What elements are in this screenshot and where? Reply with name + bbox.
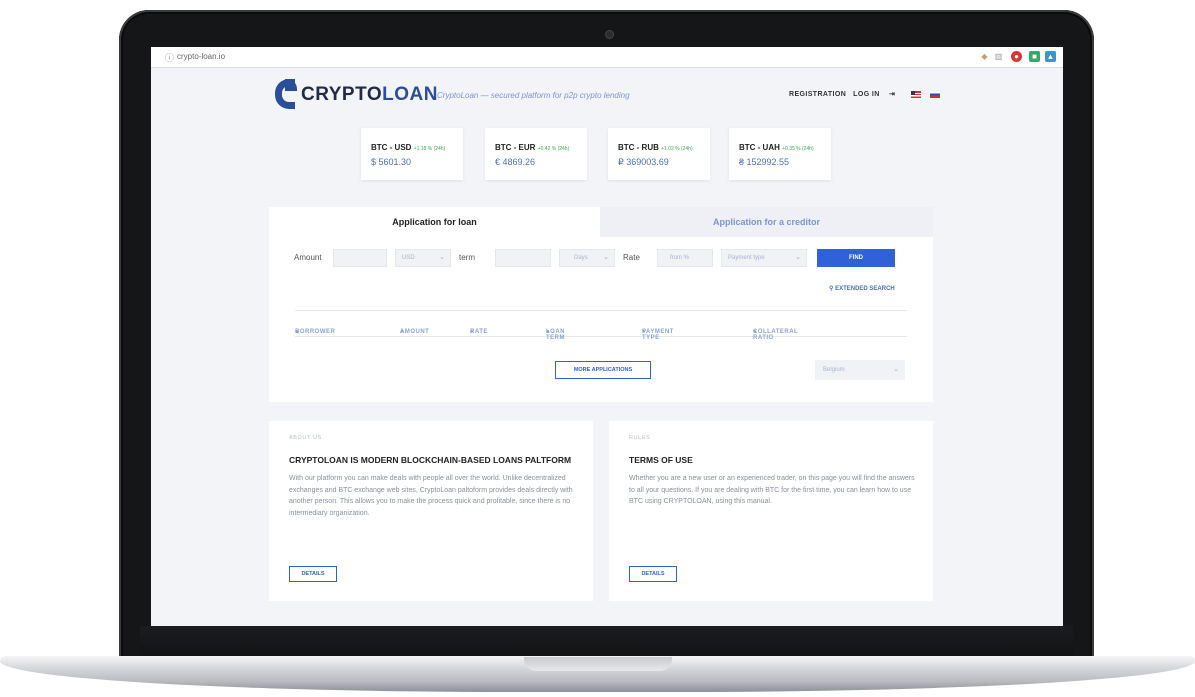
rules-body: Whether you are a new user or an experie… [629, 475, 915, 505]
rate-pair: BTC - RUB [618, 143, 659, 152]
logo-icon[interactable] [275, 79, 297, 109]
help-icon: ● [400, 329, 405, 335]
amount-label: Amount [294, 253, 322, 262]
rate-change: +0.42 % (24h) [537, 146, 570, 152]
about-body: With our platform you can make deals wit… [289, 475, 573, 517]
about-title: CRYPTOLOAN IS MODERN BLOCKCHAIN-BASED LO… [289, 455, 572, 465]
search-icon: ⚲ [829, 286, 834, 292]
tab-application-for-creditor[interactable]: Application for a creditor [600, 207, 933, 237]
camera [605, 30, 614, 39]
tagline: CryptoLoan — secured platform for p2p cr… [437, 91, 630, 100]
adblock-icon[interactable]: ● [1011, 51, 1022, 62]
rate-pair: BTC - USD [371, 143, 412, 152]
find-button[interactable]: FIND [817, 249, 895, 267]
tab-application-for-loan[interactable]: Application for loan [269, 207, 600, 237]
chevron-down-icon: ⌄ [439, 254, 445, 261]
screen-bezel [140, 626, 1073, 656]
term-input[interactable] [495, 249, 551, 267]
help-icon: ● [546, 329, 551, 335]
about-details-button[interactable]: DETAILS [289, 566, 337, 582]
chevron-down-icon: ⌄ [893, 366, 899, 373]
extension-icon[interactable]: ▲ [1045, 51, 1056, 62]
country-select[interactable]: Belgium ⌄ [815, 360, 905, 380]
about-card: ABOUT US CRYPTOLOAN IS MODERN BLOCKCHAIN… [269, 421, 593, 601]
rate-card: BTC - RUB +1.02 % (24h) ₽ 369003.69 [608, 128, 710, 180]
rate-input[interactable]: from % [657, 249, 713, 267]
screen: ⓘ crypto-loan.io ◆ ▥ ● ■ ▲ CRYPTOLOAN Cr… [151, 47, 1063, 626]
url-field[interactable]: crypto-loan.io [177, 52, 225, 61]
extended-search-link[interactable]: ⚲ EXTENDED SEARCH [829, 285, 895, 292]
term-label: term [459, 253, 475, 262]
help-icon: ● [642, 329, 647, 335]
more-applications-button[interactable]: MORE APPLICATIONS [555, 361, 651, 379]
extension-icon[interactable]: ▥ [993, 51, 1004, 62]
rate-value: ₴ 152992.55 [739, 157, 790, 167]
login-link[interactable]: LOG IN ⇥ [853, 91, 902, 98]
help-icon: ● [753, 329, 758, 335]
amount-input[interactable] [333, 249, 387, 267]
extension-icon[interactable]: ◆ [979, 51, 990, 62]
rules-card: RULES TERMS OF USE Whether you are a new… [609, 421, 933, 601]
rate-card: BTC - USD +1.18 % (24h) $ 5601.30 [361, 128, 463, 180]
rules-kicker: RULES [629, 435, 651, 441]
rules-title: TERMS OF USE [629, 455, 693, 465]
rate-change: +1.02 % (24h) [661, 146, 693, 152]
rate-value: $ 5601.30 [371, 157, 412, 167]
logo[interactable]: CRYPTOLOAN [301, 84, 438, 106]
currency-select[interactable]: USD ⌄ [395, 249, 451, 267]
chevron-down-icon: ⌄ [603, 254, 609, 261]
rules-details-button[interactable]: DETAILS [629, 566, 677, 582]
loan-panel: Application for loan Application for a c… [269, 207, 933, 402]
rate-label: Rate [623, 253, 640, 262]
ru-flag-icon[interactable] [930, 90, 941, 98]
laptop-notch [524, 657, 672, 671]
chevron-down-icon: ⌄ [795, 254, 801, 261]
table-header: BORROWER ● AMOUNT ● RATE ● LOAN TERM ● P… [295, 310, 907, 341]
rate-value: € 4869.26 [495, 157, 536, 167]
about-kicker: ABOUT US [289, 435, 322, 441]
rate-change: +1.18 % (24h) [413, 146, 446, 152]
help-icon: ● [470, 329, 475, 335]
rate-value: ₽ 369003.69 [618, 157, 669, 167]
rate-pair: BTC - UAH [739, 143, 780, 152]
browser-bar: ⓘ crypto-loan.io ◆ ▥ ● ■ ▲ [151, 47, 1063, 68]
info-icon[interactable]: ⓘ [165, 51, 174, 64]
payment-type-select[interactable]: Payment type ⌄ [721, 249, 807, 267]
rate-pair: BTC - EUR [495, 143, 536, 152]
site-header: CRYPTOLOAN CryptoLoan — secured platform… [151, 67, 1063, 117]
us-flag-icon[interactable] [911, 90, 922, 98]
rate-change: +0.35 % (24h) [782, 146, 814, 152]
rate-card: BTC - EUR +0.42 % (24h) € 4869.26 [485, 128, 587, 180]
login-icon: ⇥ [889, 91, 896, 98]
registration-link[interactable]: REGISTRATION [789, 91, 846, 98]
days-select[interactable]: Days ⌄ [559, 249, 615, 267]
help-icon: ● [295, 329, 300, 335]
rate-card: BTC - UAH +0.35 % (24h) ₴ 152992.55 [729, 128, 831, 180]
extension-icon[interactable]: ■ [1029, 51, 1040, 62]
top-nav: REGISTRATION LOG IN ⇥ [789, 90, 947, 98]
